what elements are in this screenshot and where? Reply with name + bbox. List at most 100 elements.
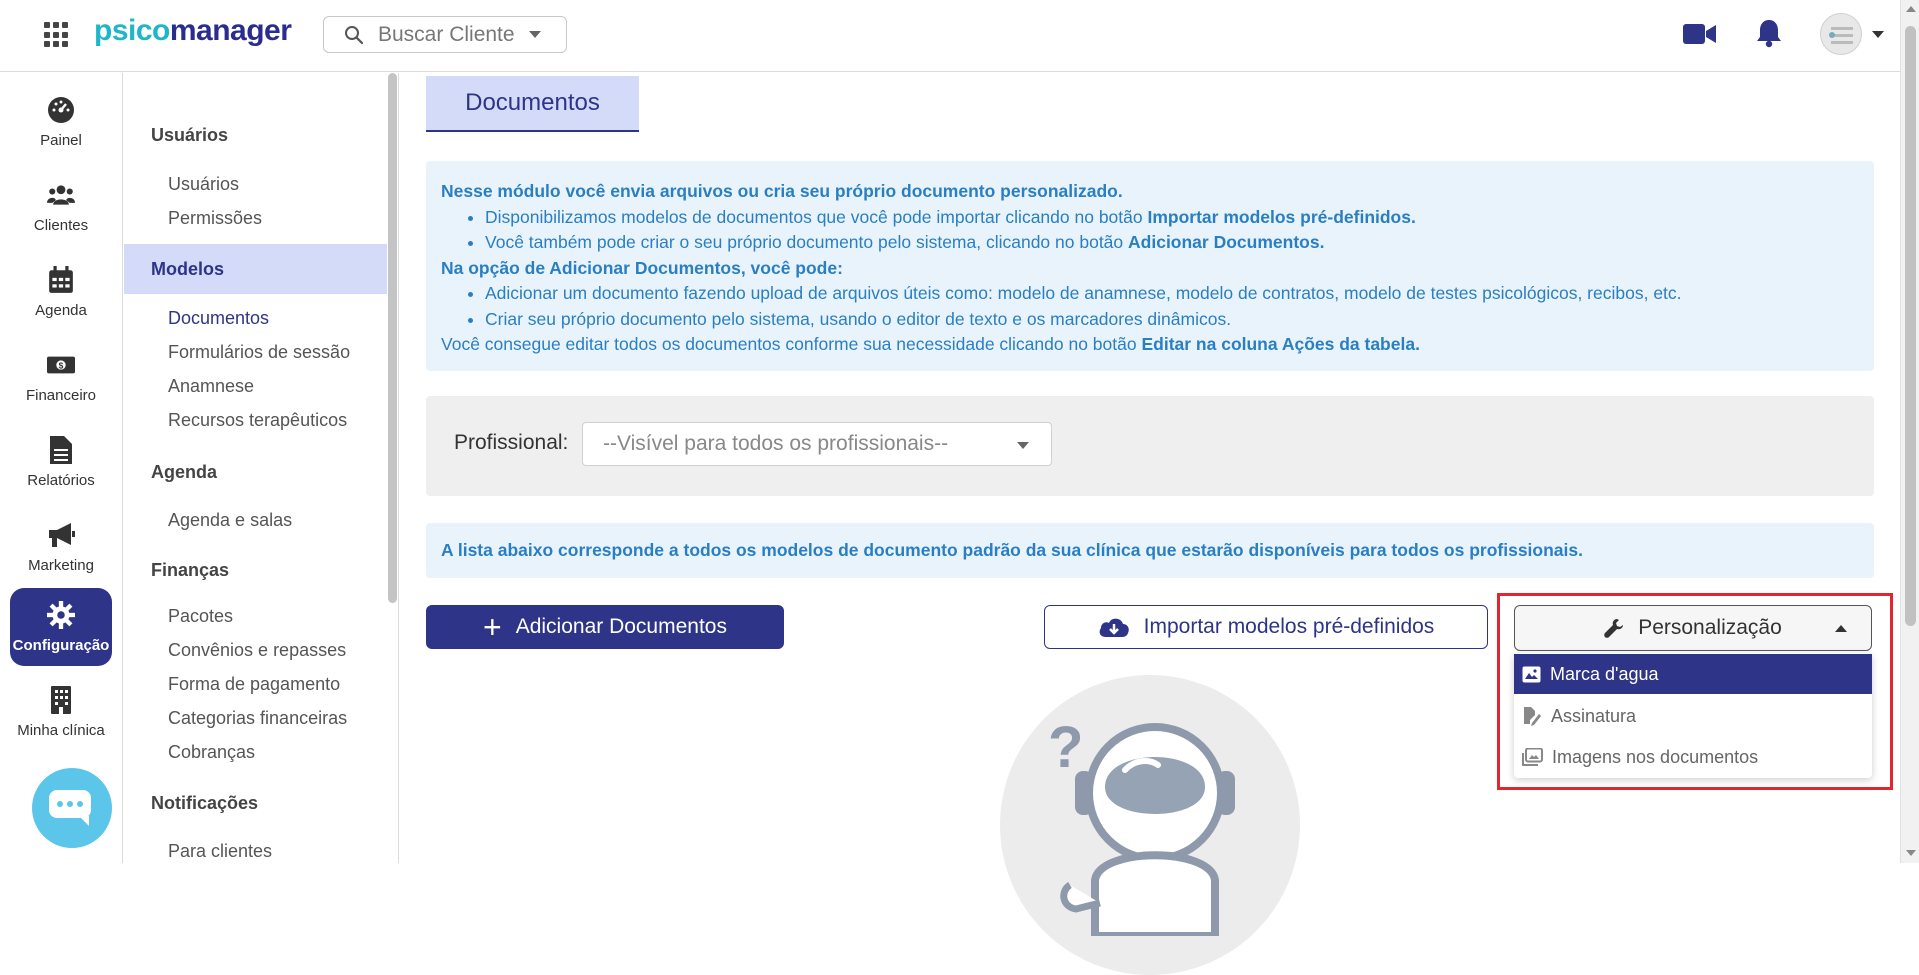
- nav-label: Clientes: [33, 216, 89, 234]
- info-bullet: Disponibilizamos modelos de documentos q…: [485, 205, 1859, 231]
- nav-label: Painel: [40, 131, 82, 149]
- nav-item-painel[interactable]: Painel: [10, 83, 112, 161]
- svg-text:$: $: [59, 360, 64, 370]
- calendar-icon: [49, 265, 73, 293]
- submenu-item-para-clientes[interactable]: Para clientes: [168, 841, 272, 862]
- nav-item-clientes[interactable]: Clientes: [10, 168, 112, 246]
- professional-selected-value: --Visível para todos os profissionais--: [603, 432, 949, 455]
- personalization-dropdown: Marca d'agua Assinatura Imagens nos docu…: [1514, 653, 1872, 778]
- add-documents-button[interactable]: + Adicionar Documentos: [426, 605, 784, 649]
- search-label: Buscar Cliente: [378, 22, 515, 46]
- apps-grid-icon[interactable]: [44, 22, 70, 48]
- nav-item-relatorios[interactable]: Relatórios: [10, 423, 112, 501]
- gear-icon: [47, 600, 75, 629]
- list-note: A lista abaixo corresponde a todos os mo…: [426, 523, 1874, 578]
- submenu-item-formularios-sessao[interactable]: Formulários de sessão: [168, 342, 350, 363]
- scrollbar-thumb[interactable]: [1905, 26, 1916, 626]
- info-list-1: Disponibilizamos modelos de documentos q…: [441, 205, 1859, 256]
- client-search-select[interactable]: Buscar Cliente: [323, 16, 567, 53]
- submenu-section-agenda: Agenda: [151, 462, 218, 482]
- submenu-scrollbar[interactable]: [388, 73, 397, 603]
- submenu-item-agenda-salas[interactable]: Agenda e salas: [168, 510, 292, 531]
- submenu-item-permissoes[interactable]: Permissões: [168, 208, 262, 229]
- info-bullet: Criar seu próprio documento pelo sistema…: [485, 307, 1859, 333]
- chevron-down-icon: [528, 31, 541, 38]
- bell-icon[interactable]: [1756, 18, 1782, 48]
- logo-part-psico: psico: [94, 14, 170, 47]
- submenu-section-usuarios: Usuários: [151, 125, 229, 145]
- dropdown-item-marca-dagua[interactable]: Marca d'agua: [1514, 654, 1872, 694]
- settings-submenu: Usuários Usuários Permissões Modelos Doc…: [124, 73, 399, 863]
- submenu-section-notificacoes: Notificações: [151, 793, 259, 813]
- professional-label: Profissional:: [454, 431, 569, 454]
- nav-item-agenda[interactable]: Agenda: [10, 253, 112, 331]
- info-box: Nesse módulo você envia arquivos ou cria…: [426, 161, 1874, 371]
- plus-icon: +: [483, 609, 502, 645]
- nav-item-configuracao[interactable]: Configuração: [10, 588, 112, 666]
- dropdown-item-label: Marca d'agua: [1550, 663, 1659, 684]
- submenu-item-usuarios[interactable]: Usuários: [168, 174, 239, 195]
- nav-label: Agenda: [35, 301, 87, 319]
- professional-select[interactable]: --Visível para todos os profissionais--: [582, 422, 1052, 466]
- empty-state-circle: ?: [1000, 675, 1300, 975]
- wrench-icon: [1604, 619, 1624, 638]
- personalization-button[interactable]: Personalização: [1514, 605, 1872, 651]
- submenu-item-convenios-repasses[interactable]: Convênios e repasses: [168, 640, 346, 661]
- info-footer: Você consegue editar todos os documentos…: [441, 334, 1420, 354]
- app-logo[interactable]: psicomanager: [94, 14, 292, 48]
- astronaut-question-illustration: ?: [1048, 715, 1235, 940]
- nav-item-minha-clinica[interactable]: Minha clínica: [10, 673, 112, 751]
- submenu-section-financas: Finanças: [151, 560, 230, 580]
- cloud-download-icon: [1099, 618, 1129, 637]
- import-templates-button[interactable]: Importar modelos pré-definidos: [1044, 605, 1488, 649]
- dropdown-item-imagens-documentos[interactable]: Imagens nos documentos: [1514, 737, 1872, 777]
- info-bullet: Você também pode criar o seu próprio doc…: [485, 230, 1859, 256]
- scroll-down-arrow-icon[interactable]: [1906, 850, 1916, 856]
- nav-label: Configuração: [12, 636, 110, 654]
- money-icon: $: [47, 356, 75, 373]
- submenu-item-categorias-financeiras[interactable]: Categorias financeiras: [168, 708, 347, 729]
- submenu-item-forma-pagamento[interactable]: Forma de pagamento: [168, 674, 340, 695]
- info-list-2: Adicionar um documento fazendo upload de…: [441, 281, 1859, 332]
- info-intro: Nesse módulo você envia arquivos ou cria…: [441, 181, 1123, 201]
- users-icon: [47, 184, 75, 205]
- nav-item-marketing[interactable]: Marketing: [10, 508, 112, 586]
- submenu-item-recursos-terapeuticos[interactable]: Recursos terapêuticos: [168, 410, 347, 431]
- top-bar: psicomanager Buscar Cliente: [0, 0, 1900, 72]
- personalization-label: Personalização: [1638, 616, 1782, 639]
- building-icon: [51, 685, 71, 714]
- report-file-icon: [50, 435, 72, 464]
- dropdown-item-assinatura[interactable]: Assinatura: [1514, 696, 1872, 736]
- info-heading: Na opção de Adicionar Documentos, você p…: [441, 257, 843, 278]
- submenu-item-pacotes[interactable]: Pacotes: [168, 606, 233, 627]
- images-icon: [1522, 748, 1543, 766]
- video-camera-icon[interactable]: [1683, 22, 1717, 46]
- dropdown-item-label: Assinatura: [1551, 705, 1637, 726]
- add-documents-label: Adicionar Documentos: [515, 615, 727, 638]
- nav-label: Relatórios: [27, 471, 95, 489]
- megaphone-icon: [49, 522, 75, 547]
- image-icon: [1522, 666, 1541, 682]
- chat-icon: [49, 790, 91, 826]
- support-chat-button[interactable]: [32, 768, 112, 848]
- submenu-item-documentos[interactable]: Documentos: [168, 308, 269, 329]
- submenu-section-modelos[interactable]: Modelos: [124, 244, 387, 294]
- info-bullet: Adicionar um documento fazendo upload de…: [485, 281, 1859, 307]
- nav-item-financeiro[interactable]: $ Financeiro: [10, 338, 112, 416]
- dropdown-item-label: Imagens nos documentos: [1552, 746, 1759, 767]
- logo-part-manager: manager: [169, 14, 292, 47]
- scroll-up-arrow-icon[interactable]: [1906, 6, 1916, 12]
- professional-filter-panel: Profissional: --Visível para todos os pr…: [426, 396, 1874, 496]
- page-scrollbar[interactable]: [1900, 0, 1919, 863]
- avatar-placeholder-icon: [1829, 27, 1853, 44]
- chevron-down-icon[interactable]: [1872, 31, 1884, 38]
- avatar[interactable]: [1820, 13, 1862, 55]
- search-icon: [345, 25, 364, 44]
- main-content: Documentos Nesse módulo você envia arqui…: [400, 73, 1900, 975]
- submenu-item-anamnese[interactable]: Anamnese: [168, 376, 254, 397]
- chevron-down-icon: [1017, 442, 1029, 449]
- submenu-item-cobrancas[interactable]: Cobranças: [168, 742, 255, 763]
- svg-text:?: ?: [1048, 715, 1083, 780]
- main-sidebar: Painel Clientes Agenda $ Financeiro Rela…: [0, 73, 123, 863]
- nav-label: Financeiro: [25, 386, 97, 404]
